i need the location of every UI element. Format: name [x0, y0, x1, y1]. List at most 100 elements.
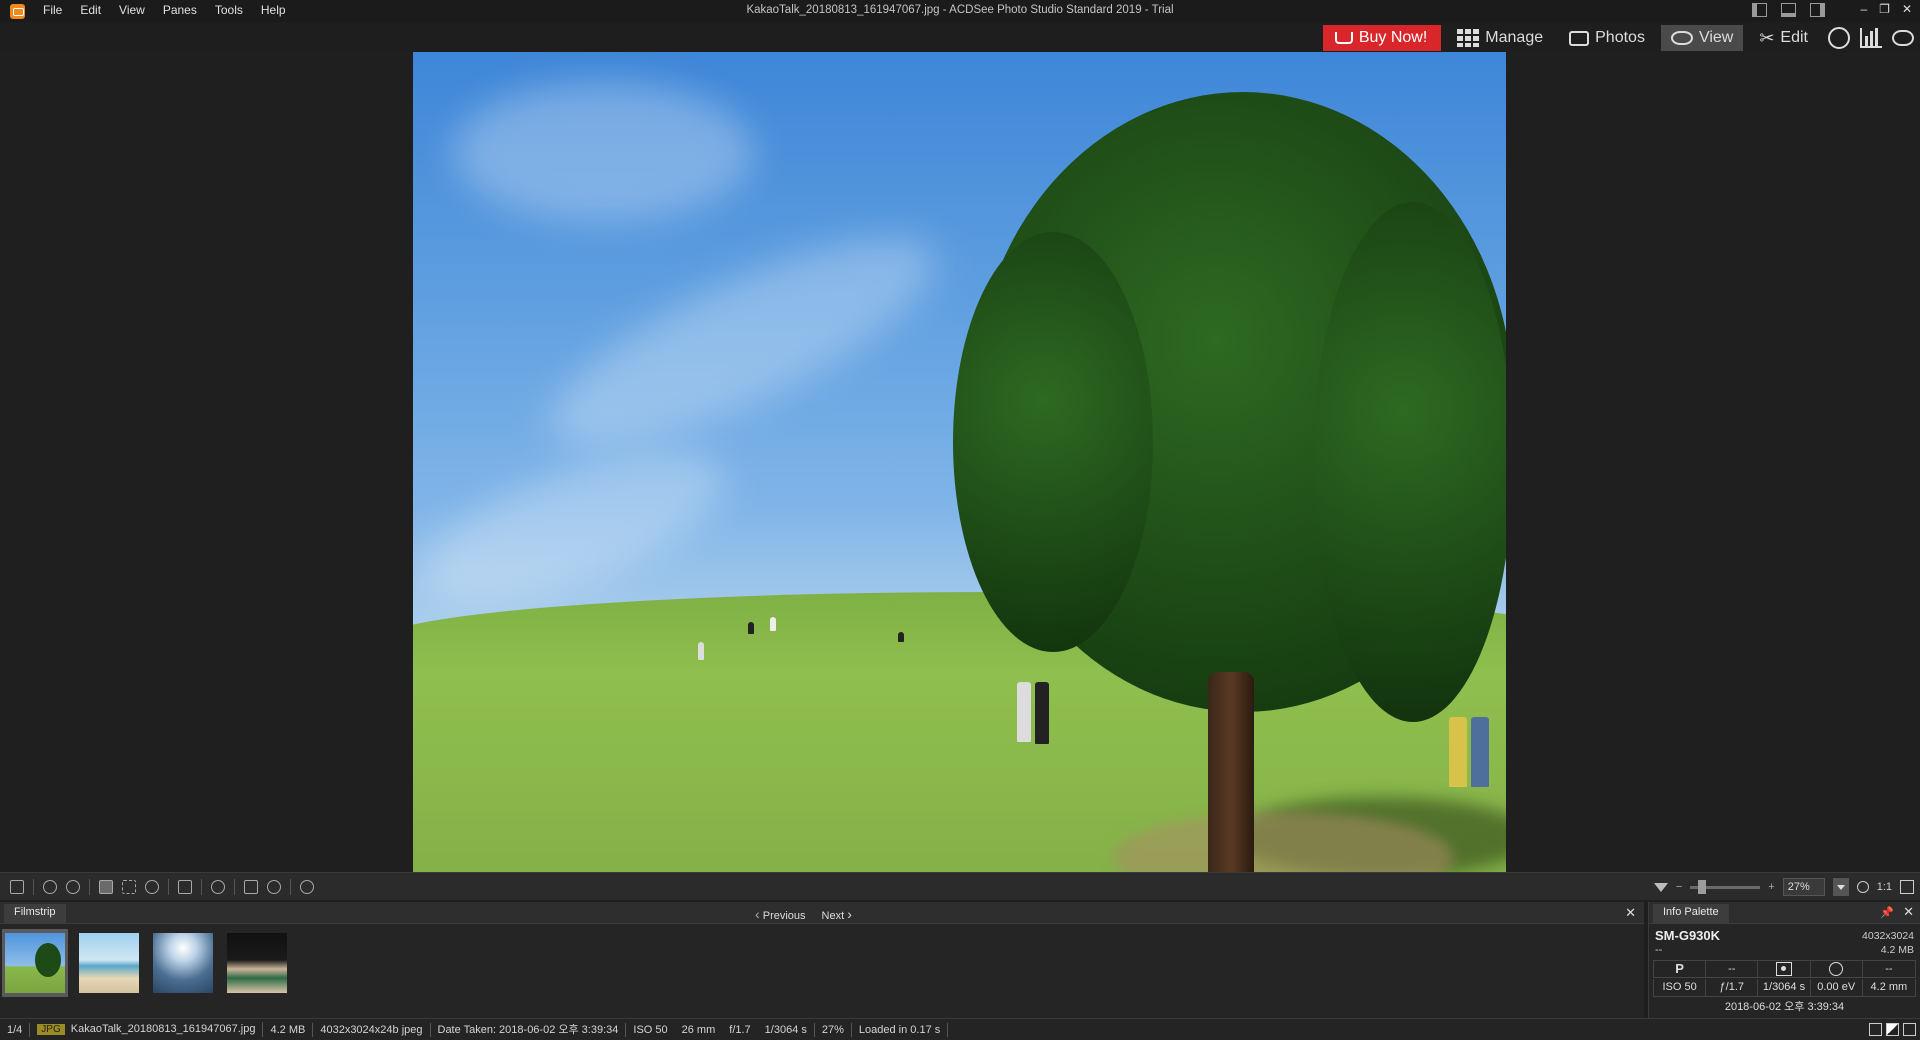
title-bar: File Edit View Panes Tools Help KakaoTal…: [0, 0, 1920, 22]
flash-icon: [1829, 962, 1844, 977]
select-tool-icon[interactable]: [122, 880, 136, 894]
zoom-tool-icon[interactable]: [145, 880, 159, 894]
thumbnail-image: [5, 933, 65, 993]
chevron-right-icon: ›: [847, 906, 852, 922]
filmstrip-header: Filmstrip ‹ Previous Next › ✕: [0, 902, 1644, 924]
thumbnail-tree-on-hill[interactable]: [2, 929, 68, 997]
exposure-program: P: [1654, 961, 1707, 977]
view-360-icon[interactable]: [1828, 27, 1850, 49]
aperture-value: ƒ/1.7: [1706, 979, 1759, 996]
previous-label: Previous: [762, 910, 806, 922]
checkbox-icon[interactable]: [1903, 1023, 1916, 1036]
eye-icon: [1670, 31, 1693, 45]
image-viewer[interactable]: [0, 52, 1920, 872]
person-figure: [1449, 717, 1467, 787]
photos-icon: [1569, 30, 1590, 46]
save-icon[interactable]: [10, 880, 24, 894]
zoom-slider-knob[interactable]: [1698, 879, 1707, 894]
square-icon[interactable]: [1869, 1023, 1882, 1036]
restore-button[interactable]: ❐: [1879, 2, 1890, 16]
person-figure: [770, 617, 776, 631]
hand-tool-icon[interactable]: [99, 880, 113, 894]
info-palette-body: SM-G930K 4032x3024 -- 4.2 MB P -- -- ISO…: [1653, 926, 1916, 1018]
mode-view[interactable]: View: [1660, 25, 1744, 51]
mode-photos-label: Photos: [1595, 29, 1645, 46]
mode-bar: Buy Now! Manage Photos View ✂ Edit: [1322, 24, 1920, 52]
zoom-percent-field[interactable]: 27%: [1782, 878, 1825, 896]
focal-length-value: 4.2 mm: [1870, 981, 1908, 993]
acdsee-window: File Edit View Panes Tools Help KakaoTal…: [0, 0, 1920, 1040]
toolbar-separator: [201, 879, 202, 895]
main-photo[interactable]: [413, 52, 1506, 872]
chevron-left-icon: ‹: [755, 906, 760, 922]
zoom-menu-arrow-icon[interactable]: [1653, 882, 1668, 892]
mode-manage-label: Manage: [1485, 29, 1544, 46]
toolbar-separator: [168, 879, 169, 895]
zoom-dropdown-button[interactable]: [1832, 878, 1849, 896]
thumbnail-beach[interactable]: [76, 929, 142, 997]
contrast-icon[interactable]: [1886, 1023, 1899, 1036]
edit-tools-icon: ✂: [1759, 28, 1775, 48]
window-title: KakaoTalk_20180813_161947067.jpg - ACDSe…: [746, 4, 1174, 16]
close-button[interactable]: ✕: [1902, 2, 1912, 16]
thumbnail-hands-cans[interactable]: [224, 929, 290, 997]
zoom-in-icon[interactable]: +: [1768, 881, 1774, 893]
rotate-right-icon[interactable]: [66, 880, 80, 894]
person-figure: [748, 622, 754, 634]
tree-canopy-right: [1313, 202, 1506, 722]
image-dimensions: 4032x3024: [1862, 930, 1914, 942]
info-palette-close-button[interactable]: ✕: [1903, 904, 1914, 920]
exposure-misc: --: [1885, 963, 1893, 975]
develop-eye-icon[interactable]: [1892, 30, 1914, 46]
person-figure: [898, 632, 904, 642]
metering-icon: [1775, 962, 1792, 977]
toolbar-separator: [290, 879, 291, 895]
pin-icon[interactable]: 📌: [1880, 906, 1894, 919]
thumbnail-image: [79, 933, 139, 993]
tree-trunk: [1208, 672, 1254, 872]
fullscreen-icon[interactable]: [1900, 880, 1914, 894]
minimize-button[interactable]: ‒: [1860, 2, 1867, 16]
clock-icon[interactable]: [267, 880, 281, 894]
white-balance: --: [1706, 961, 1759, 977]
person-figure: [1017, 682, 1031, 742]
right-pane-toggle-icon[interactable]: [1810, 3, 1825, 17]
layout-toggles: [1752, 3, 1825, 17]
left-pane-toggle-icon[interactable]: [1752, 3, 1767, 17]
zoom-slider[interactable]: [1690, 879, 1761, 894]
slideshow-icon[interactable]: [300, 880, 314, 894]
zoom-out-icon[interactable]: −: [1676, 881, 1682, 893]
mode-manage[interactable]: Manage: [1447, 25, 1553, 51]
mode-photos[interactable]: Photos: [1559, 25, 1655, 51]
status-index: 1/4: [0, 1022, 31, 1037]
toolbar-separator: [234, 879, 235, 895]
filmstrip-nav: ‹ Previous Next ›: [755, 906, 852, 922]
dashboard-icon[interactable]: [1860, 28, 1882, 48]
buy-now-button[interactable]: Buy Now!: [1322, 25, 1442, 51]
previous-button[interactable]: ‹ Previous: [755, 906, 806, 922]
settings-gear-icon[interactable]: [211, 880, 225, 894]
iso-value: ISO 50: [1654, 979, 1707, 996]
magnifier-icon[interactable]: [1856, 881, 1869, 893]
rotate-left-icon[interactable]: [43, 880, 57, 894]
next-button[interactable]: Next ›: [822, 906, 852, 922]
fit-screen-icon[interactable]: [178, 880, 192, 894]
status-date-taken: Date Taken: 2018-06-02 오후 3:39:34: [431, 1022, 627, 1037]
info-palette-tab[interactable]: Info Palette: [1653, 904, 1729, 923]
filmstrip-close-button[interactable]: ✕: [1625, 905, 1636, 921]
status-zoom: 27%: [815, 1022, 852, 1037]
exposure-mode-row: P -- --: [1653, 960, 1916, 978]
status-focal: 26 mm: [681, 1023, 716, 1036]
filmstrip-tab[interactable]: Filmstrip: [4, 904, 66, 923]
status-shutter: 1/3064 s: [758, 1022, 815, 1037]
status-size: 4.2 MB: [263, 1022, 314, 1037]
lens-info: --: [1655, 944, 1663, 956]
adjust-sliders-icon[interactable]: [244, 880, 258, 894]
cloud-1: [453, 82, 753, 222]
bottom-pane-toggle-icon[interactable]: [1781, 3, 1796, 17]
flash-cell: [1811, 961, 1863, 977]
actual-size-button[interactable]: 1:1: [1877, 881, 1892, 893]
mode-edit[interactable]: ✂ Edit: [1749, 25, 1818, 51]
buy-now-label: Buy Now!: [1358, 29, 1428, 46]
thumbnail-sea-sunlight[interactable]: [150, 929, 216, 997]
